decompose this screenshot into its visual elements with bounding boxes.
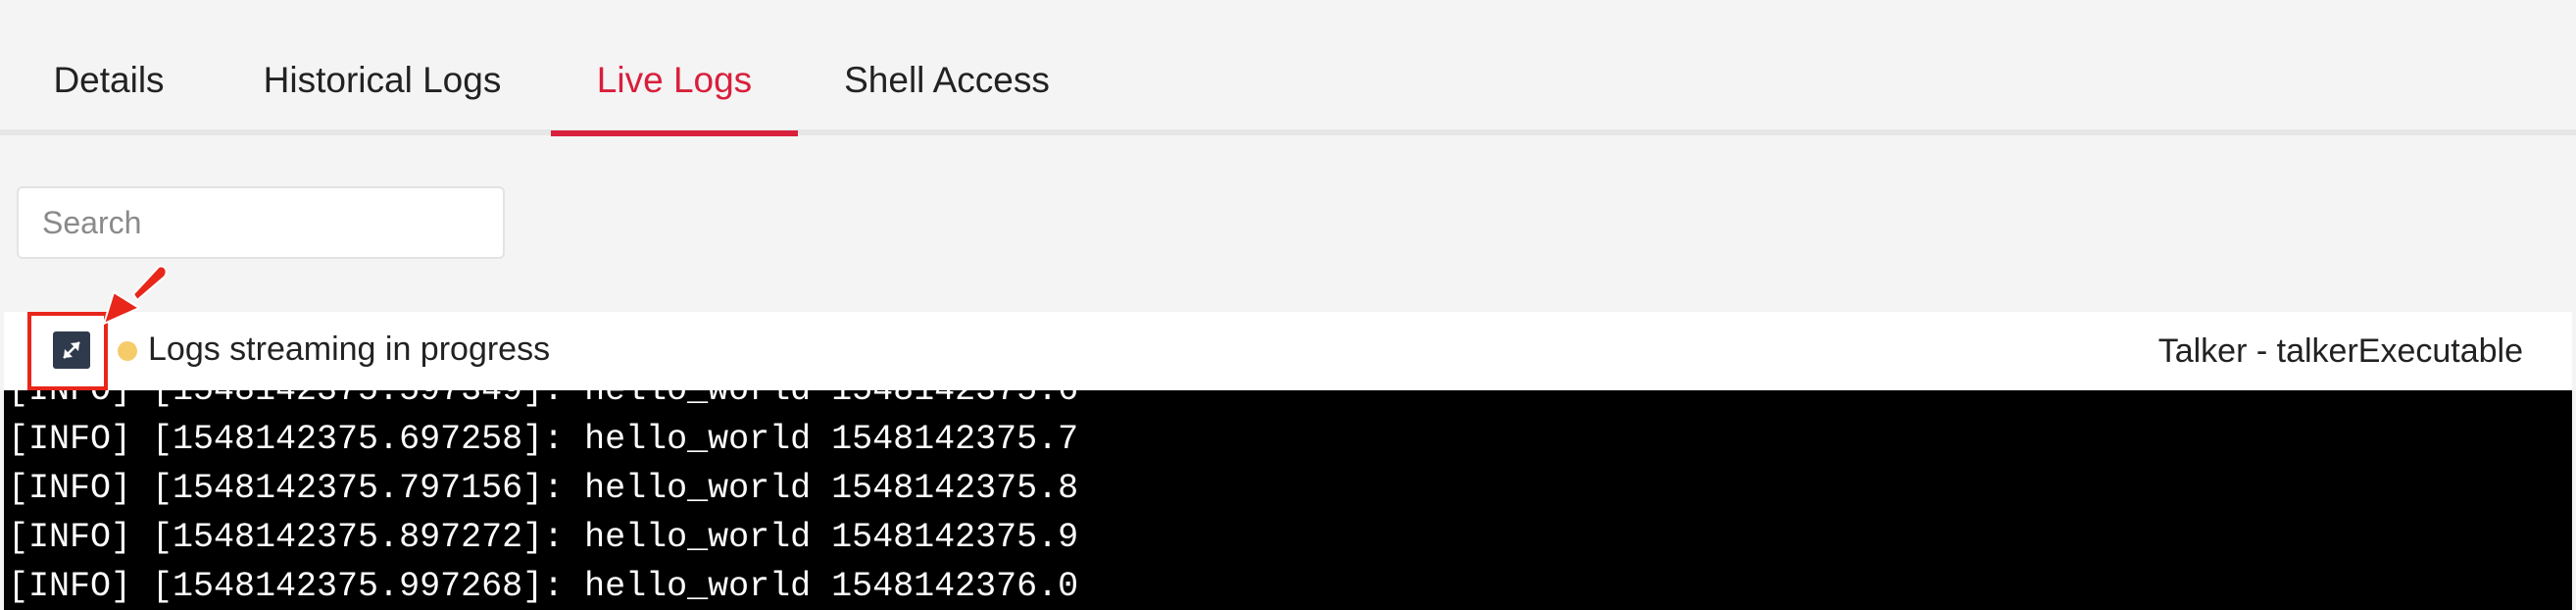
- log-terminal[interactable]: [INFO] [1548142375.597349]: hello_world …: [4, 390, 2572, 610]
- live-logs-page: Details Historical Logs Live Logs Shell …: [0, 0, 2576, 610]
- log-line: [INFO] [1548142375.897272]: hello_world …: [8, 518, 1079, 557]
- status-dot-icon: [118, 341, 137, 361]
- search-input[interactable]: [17, 186, 505, 259]
- tab-bar: Details Historical Logs Live Logs Shell …: [0, 0, 2576, 136]
- streaming-status-text: Logs streaming in progress: [148, 330, 551, 368]
- annotation-arrow-icon: [102, 265, 168, 326]
- app-name-label: Talker - talkerExecutable: [2157, 332, 2523, 370]
- tab-shell-access[interactable]: Shell Access: [831, 35, 1063, 129]
- tab-details[interactable]: Details: [29, 35, 188, 129]
- tab-live-logs[interactable]: Live Logs: [551, 35, 798, 136]
- log-line: [INFO] [1548142375.797156]: hello_world …: [8, 469, 1079, 508]
- log-line: [INFO] [1548142375.997268]: hello_world …: [8, 567, 1079, 606]
- log-line: [INFO] [1548142375.597349]: hello_world …: [8, 390, 1079, 410]
- tab-historical-logs[interactable]: Historical Logs: [250, 35, 515, 129]
- log-line: [INFO] [1548142375.697258]: hello_world …: [8, 420, 1079, 459]
